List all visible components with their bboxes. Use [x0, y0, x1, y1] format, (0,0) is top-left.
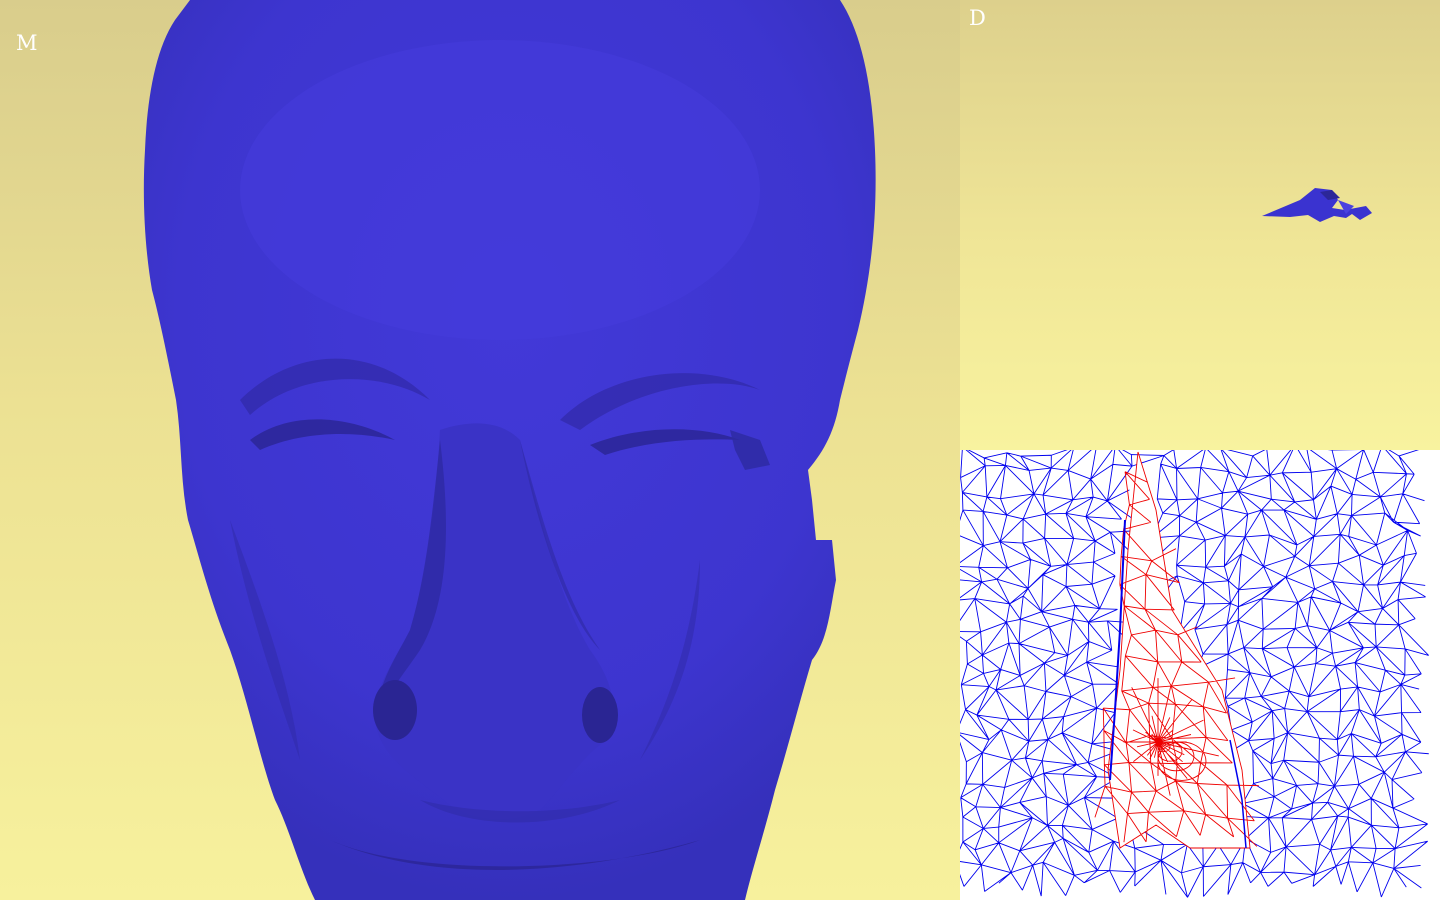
right-nostril [582, 687, 618, 743]
parameterization-viewport[interactable] [960, 450, 1440, 900]
main-viewport-label: M [16, 31, 38, 55]
face-mesh-icon [143, 0, 876, 900]
nose-patch-surface [1262, 188, 1372, 222]
detail-viewport-label: D [969, 6, 986, 30]
nose-patch-icon [1262, 188, 1372, 222]
wireframe-mesh-icon [960, 450, 1429, 898]
left-nostril [373, 680, 417, 740]
detail-viewport[interactable]: D [960, 0, 1440, 450]
forehead-highlight [240, 40, 760, 340]
main-viewport[interactable]: M [0, 0, 960, 900]
